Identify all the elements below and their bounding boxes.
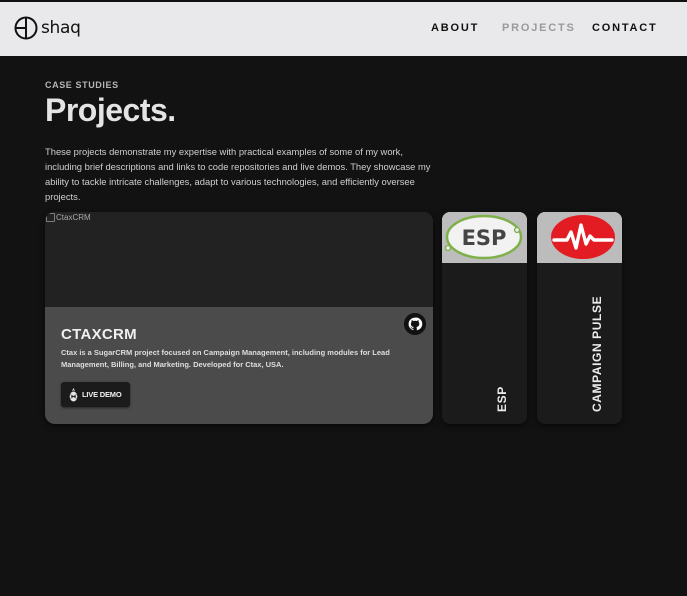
esp-logo-text: ESP: [462, 226, 507, 250]
project-description: Ctax is a SugarCRM project focused on Ca…: [61, 348, 390, 369]
brand-name: shaq: [41, 17, 81, 38]
broken-image: CtaxCRM: [46, 213, 91, 222]
broken-image-icon: [46, 213, 55, 222]
esp-thumbnail: ESP: [442, 212, 527, 263]
page-title: Projects.: [45, 92, 176, 128]
circle-d-logo-icon: [14, 16, 38, 40]
live-demo-button[interactable]: LIVE DEMO: [61, 382, 130, 407]
heartbeat-icon: [537, 212, 622, 263]
top-navbar: shaq ABOUT PROJECTS CONTACT: [0, 2, 687, 56]
github-icon: [404, 313, 426, 335]
project-card-esp[interactable]: ESP ESP: [442, 212, 527, 424]
section-intro: These projects demonstrate my expertise …: [45, 146, 431, 202]
project-label-esp: ESP: [495, 386, 509, 412]
project-label-campaign-pulse: CAMPAIGN PULSE: [590, 295, 604, 412]
nav-link-about[interactable]: ABOUT: [431, 22, 479, 34]
nav-link-contact[interactable]: CONTACT: [592, 22, 658, 34]
brand-logo[interactable]: shaq: [14, 16, 81, 40]
esp-logo-icon: ESP: [442, 212, 527, 263]
github-link[interactable]: [404, 313, 426, 335]
project-title: CTAXCRM: [61, 326, 137, 343]
campaign-pulse-thumbnail: [537, 212, 622, 263]
project-card-ctaxcrm[interactable]: CtaxCRM CTAXCRM Ctax is a SugarCRM proje…: [45, 212, 433, 424]
image-alt-text: CtaxCRM: [56, 213, 91, 222]
section-eyebrow: CASE STUDIES: [45, 80, 119, 90]
project-card-campaign-pulse[interactable]: CAMPAIGN PULSE: [537, 212, 622, 424]
live-demo-label: LIVE DEMO: [82, 390, 122, 399]
nav-link-projects[interactable]: PROJECTS: [502, 22, 576, 34]
project-image: CtaxCRM: [45, 212, 433, 307]
pineapple-icon: [69, 387, 78, 401]
